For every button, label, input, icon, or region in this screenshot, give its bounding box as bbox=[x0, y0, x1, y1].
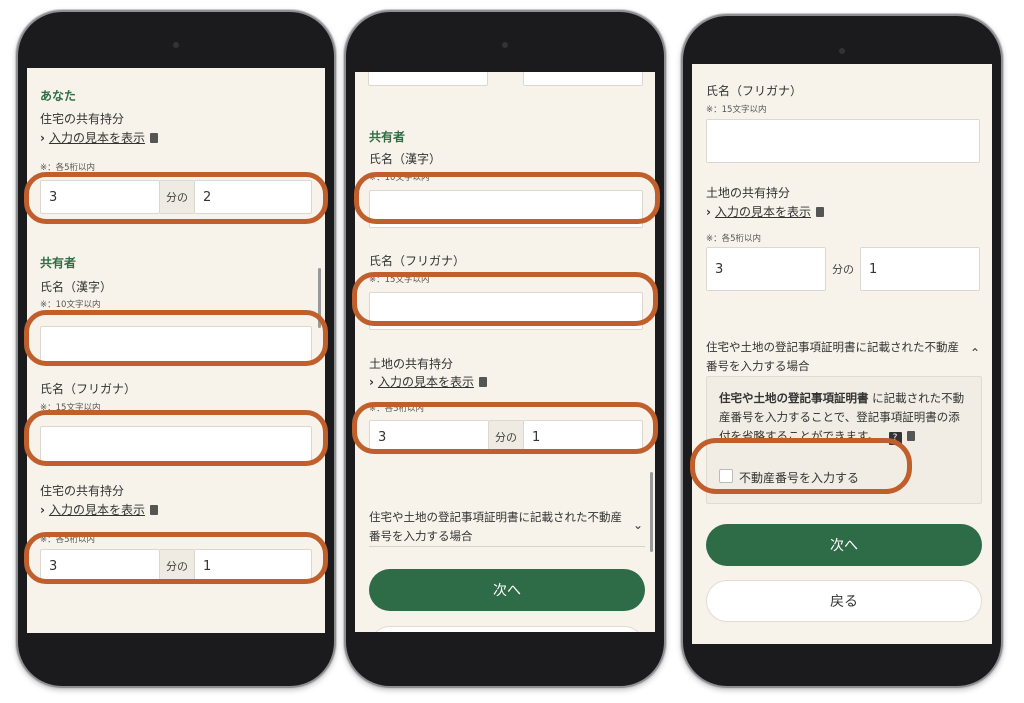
info-text: 住宅や土地の登記事項証明書 に記載された不動産番号を入力することで、登記事項証明… bbox=[719, 389, 971, 446]
house-share-label: 住宅の共有持分 bbox=[40, 112, 125, 126]
phone-frame-2: 共有者 氏名（漢字） ※：10文字以内 氏名（フリガナ） ※：15文字以内 土地… bbox=[344, 10, 666, 688]
back-button-fragment[interactable] bbox=[369, 626, 645, 632]
co-numerator-input[interactable]: 1 bbox=[194, 549, 312, 583]
phone-frame-3: 氏名（フリガナ） ※：15文字以内 土地の共有持分 › 入力の見本を表示 ※：各5… bbox=[681, 14, 1003, 688]
phone-screen-1: あなた 住宅の共有持分 › 入力の見本を表示 ※：各5桁以内 3 分の 2 共有者… bbox=[27, 68, 325, 633]
fraction-separator: 分の bbox=[160, 549, 194, 583]
co-sample-link[interactable]: › 入力の見本を表示 bbox=[40, 501, 158, 518]
co-owner-heading: 共有者 bbox=[369, 130, 406, 144]
digits-note: ※：各5桁以内 bbox=[369, 404, 425, 414]
co-digits-note: ※：各5桁以内 bbox=[40, 535, 96, 545]
co-house-share-label: 住宅の共有持分 bbox=[40, 484, 125, 498]
previous-input-fragment[interactable] bbox=[523, 72, 643, 86]
next-button[interactable]: 次へ bbox=[706, 524, 982, 566]
phone-screen-2: 共有者 氏名（漢字） ※：10文字以内 氏名（フリガナ） ※：15文字以内 土地… bbox=[355, 72, 655, 632]
help-icon[interactable]: ? bbox=[888, 432, 902, 445]
name-kana-input[interactable] bbox=[706, 119, 980, 163]
name-kanji-label: 氏名（漢字） bbox=[369, 152, 442, 166]
name-kana-input[interactable] bbox=[369, 292, 643, 330]
name-kana-label: 氏名（フリガナ） bbox=[369, 254, 466, 268]
fraction-separator: 分の bbox=[832, 263, 854, 276]
sample-link-label: 入力の見本を表示 bbox=[48, 131, 145, 145]
land-denominator-input[interactable]: 3 bbox=[706, 247, 826, 291]
phone-screen-3: 氏名（フリガナ） ※：15文字以内 土地の共有持分 › 入力の見本を表示 ※：各5… bbox=[692, 64, 992, 644]
chevron-right-icon: › bbox=[369, 375, 374, 389]
land-numerator-input[interactable]: 1 bbox=[523, 420, 643, 454]
co-denominator-input[interactable]: 3 bbox=[40, 549, 160, 583]
property-number-checkbox[interactable] bbox=[719, 469, 733, 483]
you-numerator-input[interactable]: 2 bbox=[194, 180, 312, 214]
name-kanji-input[interactable] bbox=[369, 190, 643, 228]
checkbox-label[interactable]: 不動産番号を入力する bbox=[739, 469, 859, 486]
sample-link-label: 入力の見本を表示 bbox=[714, 205, 811, 219]
previous-input-fragment[interactable] bbox=[368, 72, 488, 86]
fraction-separator: 分の bbox=[160, 180, 194, 214]
chevron-right-icon: › bbox=[40, 503, 45, 517]
co-owner-heading: 共有者 bbox=[40, 256, 77, 270]
book-icon bbox=[478, 377, 487, 387]
name-kanji-note: ※：10文字以内 bbox=[40, 300, 101, 310]
name-kana-note: ※：15文字以内 bbox=[40, 403, 101, 413]
you-denominator-input[interactable]: 3 bbox=[40, 180, 160, 214]
book-icon bbox=[815, 207, 824, 217]
info-box: 住宅や土地の登記事項証明書 に記載された不動産番号を入力することで、登記事項証明… bbox=[706, 376, 982, 504]
name-kana-input[interactable] bbox=[40, 426, 312, 464]
land-denominator-input[interactable]: 3 bbox=[369, 420, 489, 454]
chevron-right-icon: › bbox=[706, 205, 711, 219]
name-kanji-note: ※：10文字以内 bbox=[369, 173, 430, 183]
sample-link[interactable]: › 入力の見本を表示 bbox=[369, 373, 487, 390]
name-kana-label: 氏名（フリガナ） bbox=[40, 382, 137, 396]
camera bbox=[502, 42, 508, 48]
book-icon bbox=[149, 505, 158, 515]
divider bbox=[369, 546, 645, 547]
name-kana-note: ※：15文字以内 bbox=[369, 275, 430, 285]
name-kana-label: 氏名（フリガナ） bbox=[706, 84, 803, 98]
phone-frame-1: あなた 住宅の共有持分 › 入力の見本を表示 ※：各5桁以内 3 分の 2 共有者… bbox=[16, 10, 336, 688]
chevron-up-icon[interactable]: ⌃ bbox=[970, 346, 980, 360]
digits-note: ※：各5桁以内 bbox=[40, 163, 96, 173]
camera bbox=[173, 42, 179, 48]
co-sample-link-label: 入力の見本を表示 bbox=[48, 503, 145, 517]
sample-link[interactable]: › 入力の見本を表示 bbox=[40, 129, 158, 146]
property-number-accordion[interactable]: 住宅や土地の登記事項証明書に記載された不動産番号を入力する場合 bbox=[706, 338, 964, 376]
external-icon bbox=[906, 431, 915, 441]
scrollbar[interactable] bbox=[318, 268, 321, 328]
land-share-label: 土地の共有持分 bbox=[369, 357, 454, 371]
property-number-accordion[interactable]: 住宅や土地の登記事項証明書に記載された不動産番号を入力する場合 bbox=[369, 508, 627, 546]
name-kanji-input[interactable] bbox=[40, 326, 312, 364]
book-icon bbox=[149, 133, 158, 143]
info-bold: 住宅や土地の登記事項証明書 bbox=[719, 391, 869, 405]
back-button[interactable]: 戻る bbox=[706, 580, 982, 622]
name-kanji-label: 氏名（漢字） bbox=[40, 280, 113, 294]
name-kana-note: ※：15文字以内 bbox=[706, 105, 767, 115]
next-button[interactable]: 次へ bbox=[369, 569, 645, 611]
digits-note: ※：各5桁以内 bbox=[706, 234, 762, 244]
land-share-label: 土地の共有持分 bbox=[706, 186, 791, 200]
chevron-right-icon: › bbox=[40, 131, 45, 145]
camera bbox=[839, 48, 845, 54]
you-heading: あなた bbox=[40, 89, 77, 103]
sample-link-label: 入力の見本を表示 bbox=[377, 375, 474, 389]
land-numerator-input[interactable]: 1 bbox=[860, 247, 980, 291]
sample-link[interactable]: › 入力の見本を表示 bbox=[706, 203, 824, 220]
fraction-separator: 分の bbox=[489, 420, 523, 454]
scrollbar[interactable] bbox=[650, 472, 653, 552]
chevron-down-icon[interactable]: ⌄ bbox=[633, 518, 643, 532]
